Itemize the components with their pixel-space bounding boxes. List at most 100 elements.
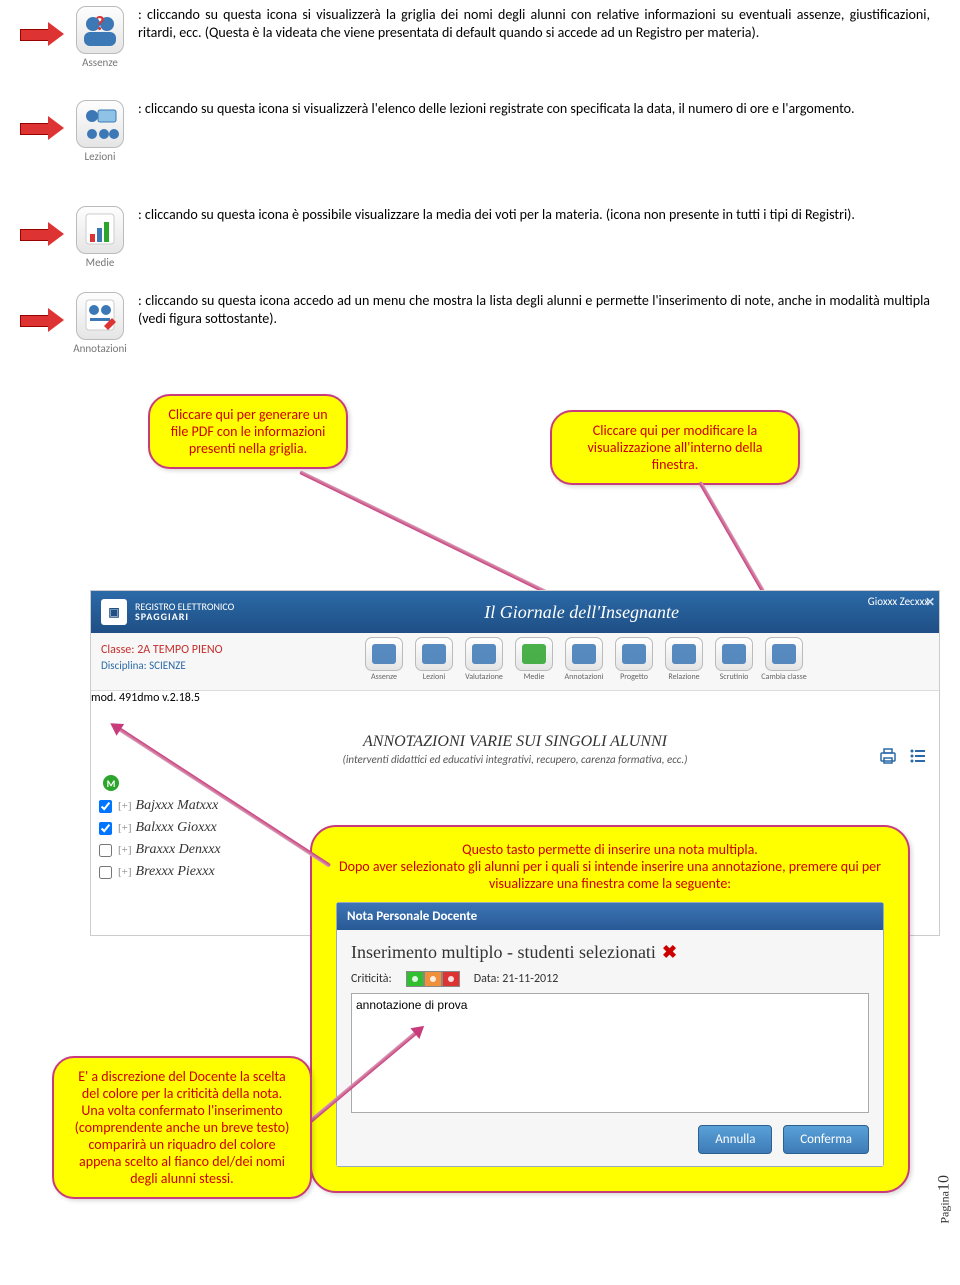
note-people-icon [76, 292, 124, 340]
user-name: Gioxxx Zecxxx [868, 595, 929, 608]
nav-label: Medie [511, 672, 557, 682]
confirm-button[interactable]: Conferma [783, 1125, 869, 1154]
nav-label: Scrutinio [711, 672, 757, 682]
student-checkbox[interactable] [99, 866, 112, 879]
criticity-orange[interactable] [424, 971, 442, 987]
arrow-icon [20, 222, 66, 246]
view-callout: Cliccare qui per modificare la visualizz… [550, 410, 800, 485]
student-name: Braxxx Denxxx [136, 842, 221, 858]
nav-icon [765, 637, 803, 671]
arrow-icon [20, 22, 66, 46]
section-title: ANNOTAZIONI VARIE SUI SINGOLI ALUNNI [101, 733, 929, 751]
brand-text: REGISTRO ELETTRONICO SPAGGIARI [135, 602, 234, 622]
nav-icon [665, 637, 703, 671]
criticity-label: Criticità: [351, 972, 392, 986]
lezioni-label: Lezioni [85, 150, 116, 163]
medie-icon-button[interactable]: Medie [70, 206, 130, 269]
expand-icon[interactable]: [+] [118, 866, 132, 878]
annotazioni-label: Annotazioni [73, 342, 127, 355]
toolbar: Classe: 2A TEMPO PIENO Disciplina: SCIEN… [91, 633, 939, 691]
criticity-row: Criticità: Data: 21-11-2012 [351, 971, 869, 987]
criticity-green[interactable] [406, 971, 424, 987]
expand-icon[interactable]: [+] [118, 844, 132, 856]
student-row: [+] Balxxx Gioxxx [97, 817, 327, 839]
page-number: Pagina10 [936, 1175, 954, 1224]
dialog-title: Inserimento multiplo - studenti selezion… [351, 942, 869, 963]
student-checkbox[interactable] [99, 822, 112, 835]
student-checkbox[interactable] [99, 844, 112, 857]
nav-lezioni[interactable]: Lezioni [411, 637, 457, 682]
criticita-callout: E' a discrezione del Docente la scelta d… [52, 1056, 312, 1199]
criticita-text: E' a discrezione del Docente la scelta d… [75, 1068, 290, 1187]
student-row: [+] Bajxxx Matxxx [97, 795, 327, 817]
lezioni-description: : cliccando su questa icona si visualizz… [138, 100, 940, 163]
medie-label: Medie [86, 256, 115, 269]
student-checkbox[interactable] [99, 800, 112, 813]
nav-icon [415, 637, 453, 671]
student-row: [+] Brexxx Piexxx [97, 861, 327, 883]
nav-label: Cambia classe [761, 672, 807, 682]
nav-icon [365, 637, 403, 671]
lezioni-icon-button[interactable]: Lezioni [70, 100, 130, 163]
student-name: Brexxx Piexxx [136, 864, 215, 880]
cancel-button[interactable]: Annulla [698, 1125, 772, 1154]
multi-note-callout: Questo tasto permette di inserire una no… [310, 825, 910, 1193]
pdf-callout-text: Cliccare qui per generare un file PDF co… [168, 406, 327, 457]
app-title: Il Giornale dell'Insegnante [234, 602, 929, 623]
nav-label: Lezioni [411, 672, 457, 682]
people-question-icon: ? [76, 6, 124, 54]
annotazioni-icon-button[interactable]: Annotazioni [70, 292, 130, 355]
arrow-icon [20, 116, 66, 140]
multi-note-button[interactable]: M [103, 775, 119, 791]
date-field: Data: 21-11-2012 [474, 972, 559, 986]
nav-label: Valutazione [461, 672, 507, 682]
multi-note-intro: Questo tasto permette di inserire una no… [328, 841, 892, 858]
app-header: ▣ REGISTRO ELETTRONICO SPAGGIARI Il Gior… [91, 591, 939, 633]
nav-icon [715, 637, 753, 671]
nav-cambia-classe[interactable]: Cambia classe [761, 637, 807, 682]
dialog-header: Nota Personale Docente [337, 903, 883, 930]
nav-icon [615, 637, 653, 671]
nav-valutazione[interactable]: Valutazione [461, 637, 507, 682]
close-icon[interactable]: ✕ [925, 595, 935, 610]
section-subtitle: (interventi didattici ed educativi integ… [101, 753, 929, 766]
brand-logo-icon: ▣ [101, 599, 127, 625]
medie-description: : cliccando su questa icona è possibile … [138, 206, 940, 269]
nav-label: Progetto [611, 672, 657, 682]
dialog-close-icon[interactable]: ✖ [662, 942, 677, 962]
nav-medie[interactable]: Medie [511, 637, 557, 682]
nav-assenze[interactable]: Assenze [361, 637, 407, 682]
nav-icon [565, 637, 603, 671]
discipline-info: Disciplina: SCIENZE [101, 659, 361, 672]
arrow-icon [20, 308, 66, 332]
teacher-students-icon [76, 100, 124, 148]
expand-icon[interactable]: [+] [118, 800, 132, 812]
nav-icon [515, 637, 553, 671]
annotazioni-description: : cliccando su questa icona accedo ad un… [138, 292, 940, 355]
nav-annotazioni[interactable]: Annotazioni [561, 637, 607, 682]
nav-label: Relazione [661, 672, 707, 682]
module-version: mod. 491dmo v.2.18.5 [91, 691, 939, 705]
nav-label: Annotazioni [561, 672, 607, 682]
class-info: Classe: 2A TEMPO PIENO [101, 643, 361, 657]
nav-icon [465, 637, 503, 671]
nav-progetto[interactable]: Progetto [611, 637, 657, 682]
student-name: Bajxxx Matxxx [136, 798, 219, 814]
nav-scrutinio[interactable]: Scrutinio [711, 637, 757, 682]
note-textarea[interactable] [351, 993, 869, 1113]
nav-relazione[interactable]: Relazione [661, 637, 707, 682]
assenze-icon-button[interactable]: ? Assenze [70, 6, 130, 69]
print-icon[interactable] [877, 745, 899, 767]
expand-icon[interactable]: [+] [118, 822, 132, 834]
list-view-icon[interactable] [907, 745, 929, 767]
assenze-label: Assenze [82, 56, 118, 69]
view-callout-text: Cliccare qui per modificare la visualizz… [587, 422, 762, 473]
multi-note-more: Dopo aver selezionato gli alunni per i q… [328, 858, 892, 892]
bar-chart-icon [76, 206, 124, 254]
nav-label: Assenze [361, 672, 407, 682]
svg-text:?: ? [95, 12, 104, 36]
assenze-description: : cliccando su questa icona si visualizz… [138, 6, 940, 69]
criticity-red[interactable] [442, 971, 460, 987]
pdf-callout: Cliccare qui per generare un file PDF co… [148, 394, 348, 469]
student-name: Balxxx Gioxxx [136, 820, 217, 836]
